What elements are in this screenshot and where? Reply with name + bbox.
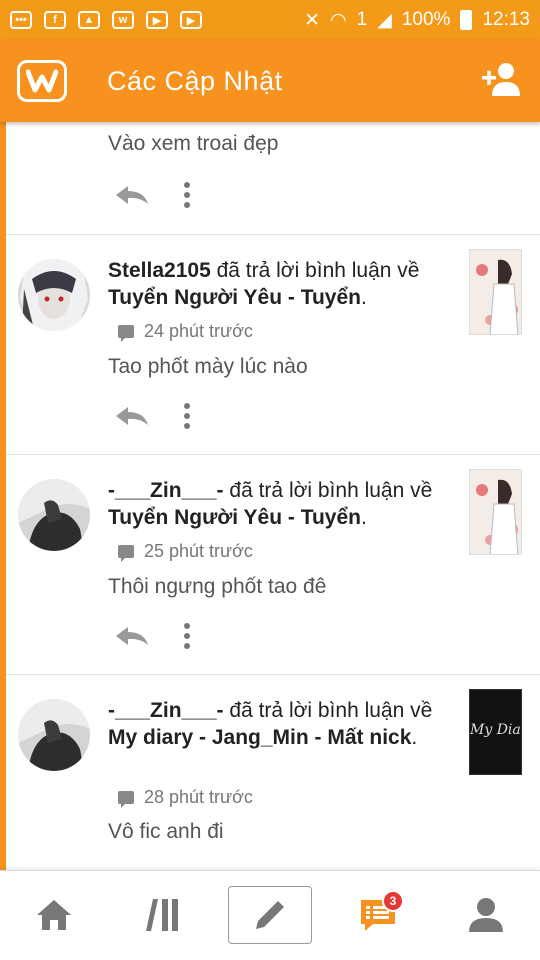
timestamp: 28 phút trước	[118, 787, 253, 808]
updates-feed[interactable]: Vào xem troai đẹp Stella2105 đã trả lời …	[0, 122, 540, 870]
status-bar: ••• f ▲ w ▶ ▶ ✕ ◠ 1 ◢ 100% 12:13	[0, 0, 540, 40]
notification-text: -___Zin___- đã trả lời bình luận về My d…	[108, 697, 458, 751]
add-user-icon[interactable]	[480, 60, 522, 98]
story-title[interactable]: My diary - Jang_Min - Mất nick	[108, 726, 411, 749]
app-bar: Các Cập Nhật	[0, 40, 540, 122]
story-cover[interactable]	[469, 249, 522, 335]
wifi-icon: ◠	[330, 9, 347, 31]
more-options-icon[interactable]	[184, 623, 190, 649]
story-title[interactable]: Tuyển Người Yêu - Tuyển	[108, 286, 361, 309]
battery-percent: 100%	[401, 9, 451, 30]
notification-badge: 3	[382, 890, 404, 912]
period: .	[361, 506, 367, 529]
list-item[interactable]: Vào xem troai đẹp	[6, 122, 540, 235]
notification-text: -___Zin___- đã trả lời bình luận về Tuyể…	[108, 477, 458, 531]
comment-icon	[118, 325, 134, 342]
comment-text: Tao phốt mày lúc nào	[108, 355, 308, 378]
username[interactable]: -___Zin___-	[108, 699, 224, 722]
page-title: Các Cập Nhật	[107, 65, 283, 96]
app-root: ••• f ▲ w ▶ ▶ ✕ ◠ 1 ◢ 100% 12:13 Các Cập…	[0, 0, 540, 960]
youtube-notification-icon-2: ▶	[180, 11, 202, 29]
sim-icon: 1	[356, 9, 368, 30]
reply-icon[interactable]	[114, 184, 150, 206]
reply-icon[interactable]	[114, 405, 150, 427]
avatar[interactable]	[18, 699, 90, 771]
youtube-notification-icon: ▶	[146, 11, 168, 29]
action-text: đã trả lời bình luận về	[229, 479, 433, 502]
timestamp: 25 phút trước	[118, 541, 253, 562]
time-ago: 24 phút trước	[144, 321, 253, 341]
time-ago: 28 phút trước	[144, 787, 253, 807]
story-cover[interactable]	[469, 469, 522, 555]
wattpad-logo-icon[interactable]	[17, 60, 67, 102]
gallery-notification-icon: ▲	[78, 11, 100, 29]
list-item[interactable]: -___Zin___- đã trả lời bình luận về My d…	[6, 675, 540, 870]
list-item[interactable]: Stella2105 đã trả lời bình luận về Tuyển…	[6, 235, 540, 455]
chat-notification-icon: •••	[10, 11, 32, 29]
library-icon	[146, 899, 178, 931]
comment-text: Vào xem troai đẹp	[108, 132, 279, 155]
signal-icon: ◢	[377, 9, 392, 31]
notification-text: Stella2105 đã trả lời bình luận về Tuyển…	[108, 257, 458, 311]
more-options-icon[interactable]	[184, 182, 190, 208]
avatar[interactable]	[18, 259, 90, 331]
story-title[interactable]: Tuyển Người Yêu - Tuyển	[108, 506, 361, 529]
home-icon	[37, 900, 71, 930]
nav-profile[interactable]	[444, 886, 528, 944]
story-cover[interactable]: My Diary	[469, 689, 522, 775]
username[interactable]: Stella2105	[108, 259, 211, 282]
wattpad-notification-icon: w	[112, 11, 134, 29]
clock: 12:13	[482, 9, 530, 30]
comment-icon	[118, 791, 134, 808]
avatar[interactable]	[18, 479, 90, 551]
nav-home[interactable]	[12, 886, 96, 944]
facebook-notification-icon: f	[44, 11, 66, 29]
username[interactable]: -___Zin___-	[108, 479, 224, 502]
time-ago: 25 phút trước	[144, 541, 253, 561]
cover-title: My Diary	[470, 722, 521, 738]
nav-library[interactable]	[121, 886, 205, 944]
timestamp: 24 phút trước	[118, 321, 253, 342]
action-text: đã trả lời bình luận về	[229, 699, 433, 722]
bottom-nav: 3	[0, 870, 540, 960]
period: .	[411, 726, 418, 749]
battery-icon	[460, 10, 473, 30]
comment-text: Thôi ngưng phốt tao đê	[108, 575, 327, 598]
nav-write[interactable]	[228, 886, 312, 944]
nav-updates[interactable]: 3	[336, 886, 420, 944]
list-item[interactable]: -___Zin___- đã trả lời bình luận về Tuyể…	[6, 455, 540, 675]
pencil-icon	[256, 901, 284, 929]
reply-icon[interactable]	[114, 625, 150, 647]
more-options-icon[interactable]	[184, 403, 190, 429]
profile-icon	[469, 898, 503, 932]
action-text: đã trả lời bình luận về	[216, 259, 420, 282]
comment-icon	[118, 545, 134, 562]
mute-icon: ✕	[304, 9, 321, 31]
comment-text: Vô fic anh đi	[108, 820, 224, 843]
period: .	[361, 286, 367, 309]
